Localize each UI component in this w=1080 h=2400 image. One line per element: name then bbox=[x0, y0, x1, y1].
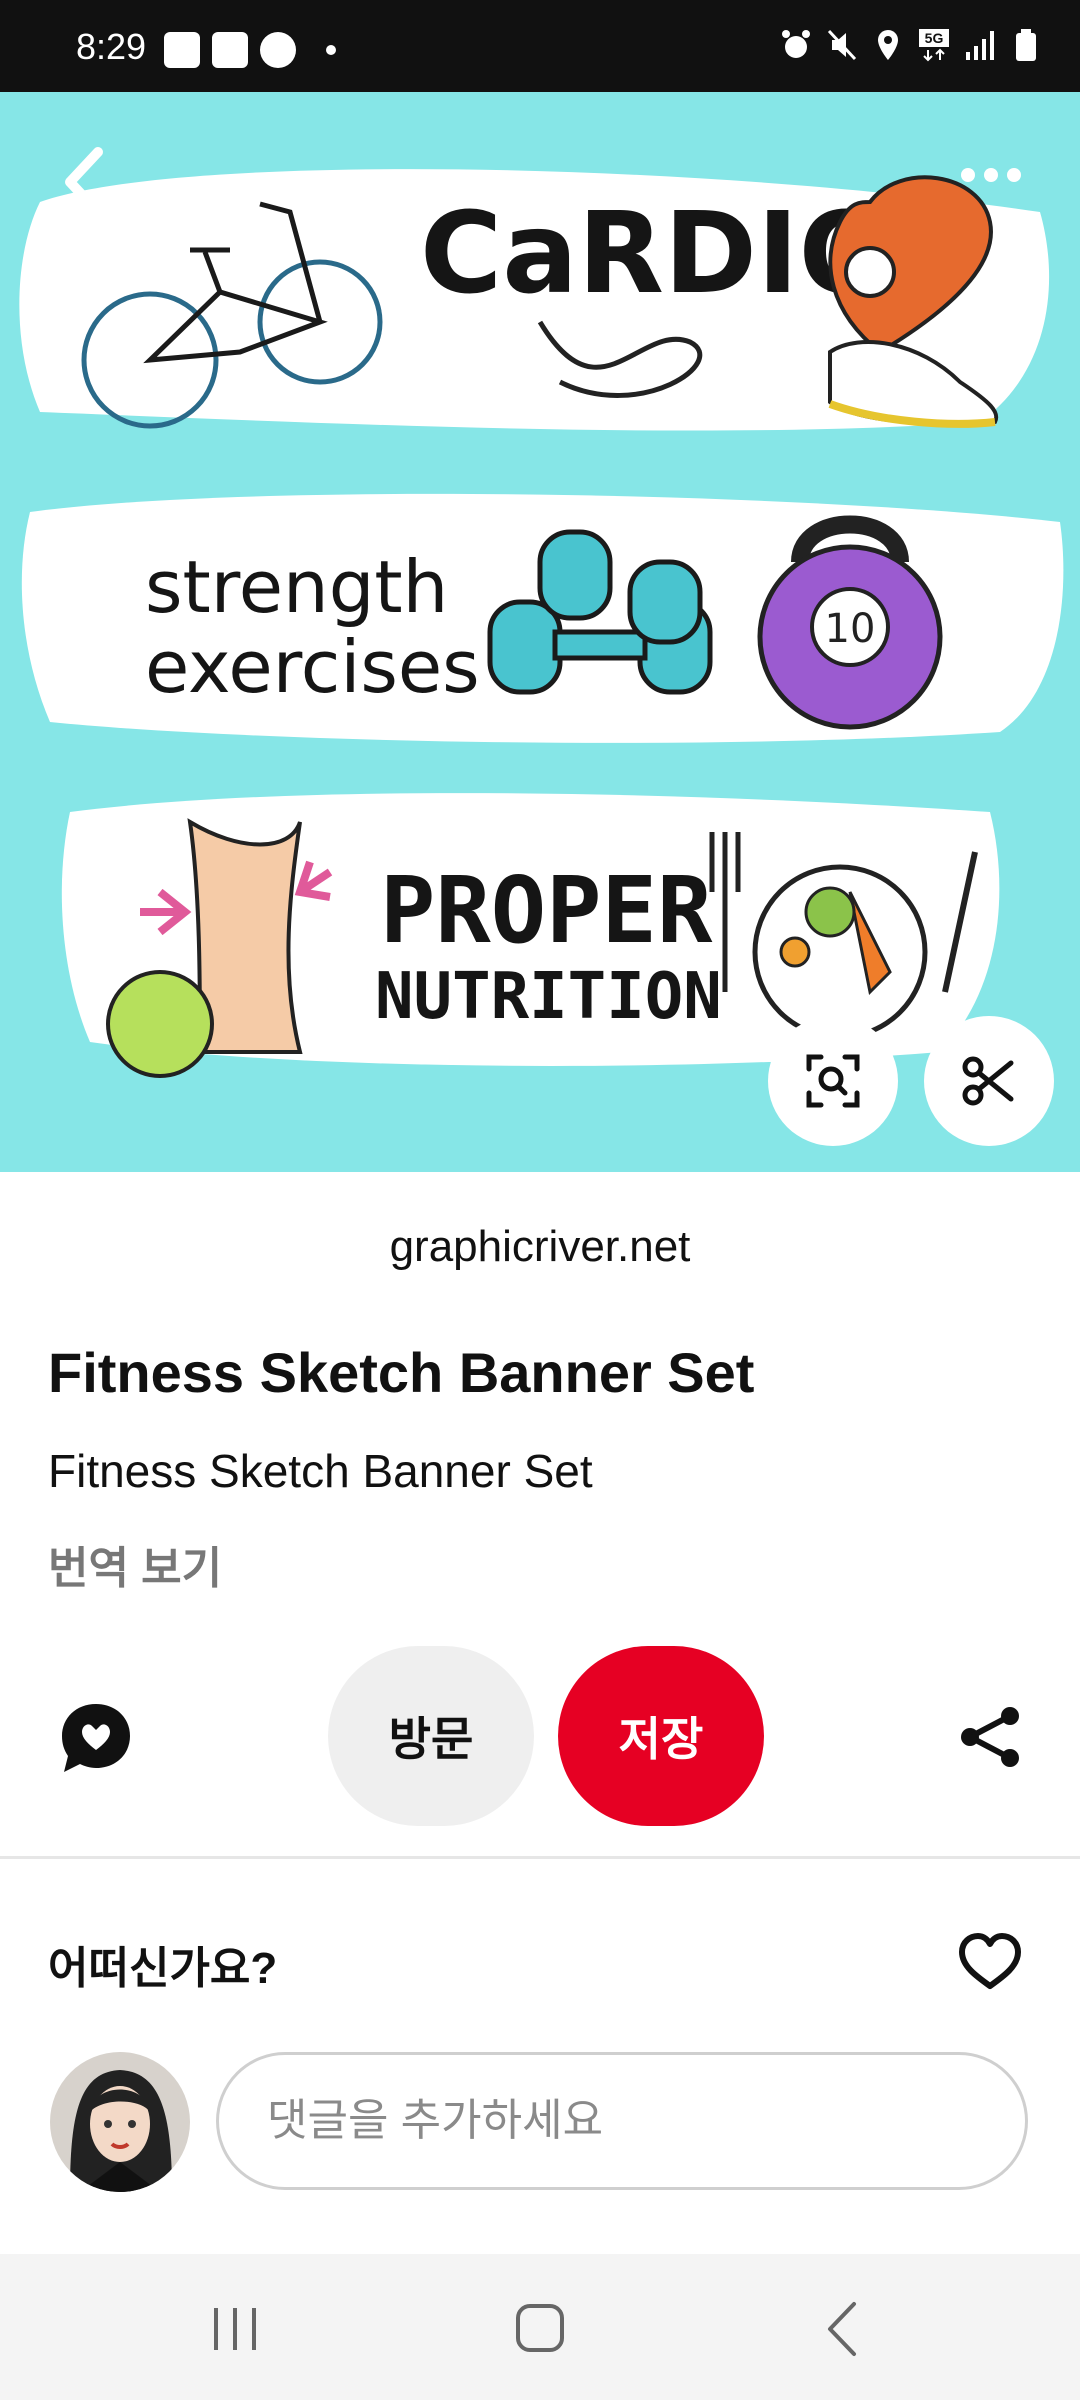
back-arrow-icon[interactable] bbox=[56, 142, 116, 222]
share-icon[interactable] bbox=[958, 1704, 1024, 1770]
user-avatar-illustration bbox=[50, 2052, 190, 2192]
source-domain-link[interactable]: graphicriver.net bbox=[0, 1222, 1080, 1272]
location-icon bbox=[878, 30, 898, 60]
heart-reaction-icon[interactable] bbox=[956, 1932, 1024, 1992]
comment-icon[interactable] bbox=[58, 1700, 134, 1776]
notification-icons bbox=[164, 32, 336, 68]
system-back-icon[interactable] bbox=[822, 2300, 862, 2358]
cutout-button[interactable] bbox=[924, 1016, 1054, 1146]
banner-title-exercises: exercises bbox=[145, 625, 480, 709]
scissors-icon bbox=[962, 1056, 1014, 1106]
system-navigation-bar bbox=[0, 2254, 1080, 2400]
recent-apps-icon[interactable] bbox=[210, 2304, 260, 2354]
alarm-icon bbox=[782, 30, 810, 58]
gallery-icon bbox=[212, 32, 248, 68]
banner-title-cardio: CaRDIO bbox=[420, 189, 894, 319]
banner-title-strength: strength bbox=[145, 545, 448, 629]
network-label: 5G bbox=[925, 30, 944, 46]
pin-title: Fitness Sketch Banner Set bbox=[48, 1341, 755, 1404]
banner-title-nutrition: NUTRITION bbox=[375, 960, 722, 1034]
apple-drawing bbox=[106, 970, 214, 1078]
system-icons: 5G bbox=[780, 28, 1042, 62]
banner-title-proper: PROPER bbox=[380, 857, 713, 964]
pin-image[interactable]: CaRDIO strength exercises 10 PROPER NUTR… bbox=[0, 92, 1080, 1172]
more-notifications-dot bbox=[326, 45, 336, 55]
signal-icon bbox=[966, 31, 994, 60]
mute-icon bbox=[827, 29, 857, 61]
k-app-icon bbox=[164, 32, 200, 68]
5g-icon: 5G bbox=[919, 29, 949, 62]
more-options-icon[interactable] bbox=[956, 160, 1026, 190]
bus-icon bbox=[260, 32, 296, 68]
kettlebell-number: 10 bbox=[825, 606, 876, 652]
add-comment-input[interactable] bbox=[216, 2052, 1028, 2190]
pin-description: Fitness Sketch Banner Set bbox=[48, 1445, 593, 1497]
battery-icon bbox=[1016, 29, 1036, 61]
status-bar: 8:29 5G bbox=[0, 0, 1080, 92]
home-icon[interactable] bbox=[514, 2302, 566, 2354]
avatar bbox=[50, 2052, 190, 2192]
section-divider bbox=[0, 1856, 1080, 1859]
status-time: 8:29 bbox=[76, 26, 147, 67]
fitness-banner-illustration: CaRDIO strength exercises 10 PROPER NUTR… bbox=[19, 169, 1064, 1078]
see-translation-link[interactable]: 번역 보기 bbox=[48, 1532, 222, 1596]
reaction-prompt: 어떠신가요? bbox=[48, 1944, 278, 1993]
visual-search-icon bbox=[806, 1054, 860, 1108]
save-button[interactable]: 저장 bbox=[558, 1646, 764, 1826]
visual-search-button[interactable] bbox=[768, 1016, 898, 1146]
visit-button[interactable]: 방문 bbox=[328, 1646, 534, 1826]
